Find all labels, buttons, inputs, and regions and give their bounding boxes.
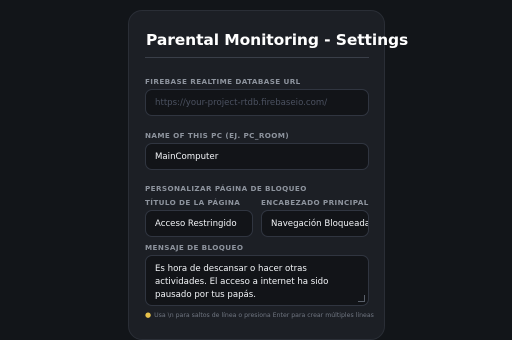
firebase-url-placeholder: https://your-project-rtdb.firebaseio.com… [155, 97, 328, 108]
settings-panel: Parental Monitoring - Settings FIREBASE … [128, 10, 408, 340]
firebase-url-input[interactable]: https://your-project-rtdb.firebaseio.com… [145, 89, 369, 116]
pc-name-value: MainComputer [155, 151, 219, 162]
page-title-input[interactable]: Acceso Restringido [145, 210, 253, 237]
page-title: Parental Monitoring - Settings [146, 31, 409, 49]
page-title-value: Acceso Restringido [155, 218, 237, 229]
block-message-label: MENSAJE DE BLOQUEO [145, 243, 244, 252]
block-message-textarea[interactable]: Es hora de descansar o hacer otras activ… [145, 255, 369, 306]
title-divider [145, 57, 369, 58]
block-page-section-label: PERSONALIZAR PÁGINA DE BLOQUEO [145, 184, 307, 193]
page-title-label: TÍTULO DE LA PÁGINA [145, 198, 241, 207]
lightbulb-icon: ● [145, 311, 152, 319]
hint-text: ● Usa \n para saltos de línea o presiona… [145, 311, 374, 319]
pc-name-input[interactable]: MainComputer [145, 143, 369, 170]
block-message-value: Es hora de descansar o hacer otras activ… [155, 264, 329, 300]
main-header-value: Navegación Bloqueada [271, 218, 369, 229]
main-header-input[interactable]: Navegación Bloqueada [261, 210, 369, 237]
pc-name-label: NAME OF THIS PC (EJ. PC_ROOM) [145, 131, 290, 140]
hint-label: Usa \n para saltos de línea o presiona E… [154, 311, 374, 319]
main-header-label: ENCABEZADO PRINCIPAL [261, 198, 369, 207]
resize-handle[interactable] [358, 295, 365, 302]
firebase-url-label: FIREBASE REALTIME DATABASE URL [145, 77, 301, 86]
